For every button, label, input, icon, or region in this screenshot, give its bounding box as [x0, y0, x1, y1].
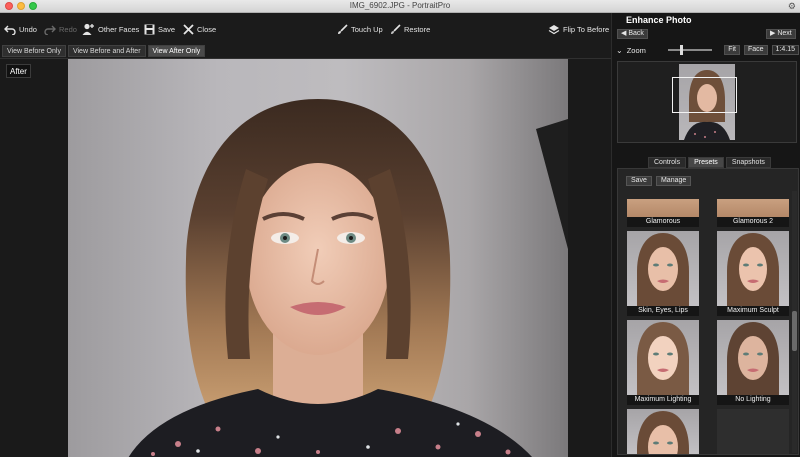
undo-label: Undo	[19, 24, 37, 34]
manage-presets-button[interactable]: Manage	[655, 176, 692, 186]
save-preset-button[interactable]: Save	[626, 176, 652, 186]
preset-label: Glamorous 2	[717, 217, 789, 227]
tab-view-after-only[interactable]: View After Only	[147, 45, 206, 57]
close-label: Close	[197, 24, 217, 34]
presets-scrollbar-thumb[interactable]	[792, 311, 797, 351]
preset-thumbnail	[717, 320, 789, 395]
preset-tile-no-lighting[interactable]: No Lighting	[717, 320, 789, 405]
navigator-preview[interactable]	[617, 61, 797, 143]
preset-tile-glamorous[interactable]: Glamorous	[627, 199, 699, 227]
empty-preset-slot	[717, 409, 789, 454]
presets-panel: Save Manage Glamorous Glamorous 2 Skin, …	[617, 168, 799, 455]
preset-thumbnail	[627, 231, 699, 306]
tab-view-before-only[interactable]: View Before Only	[2, 45, 66, 57]
touch-up-button[interactable]: Touch Up	[337, 22, 383, 36]
preset-tile-skin-eyes-lips[interactable]: Skin, Eyes, Lips	[627, 231, 699, 316]
view-tabs: View Before Only View Before and After V…	[2, 45, 206, 57]
fit-button[interactable]: Fit	[724, 45, 740, 55]
enhance-photo-panel: Enhance Photo ◀ Back ▶ Next ⌄ Zoom Fit F…	[611, 13, 800, 457]
other-faces-label: Other Faces	[98, 24, 140, 34]
save-icon	[144, 24, 155, 34]
flip-to-before-label: Flip To Before	[563, 24, 610, 34]
window-title: IMG_6902.JPG - PortraitPro	[349, 1, 451, 10]
zoom-slider[interactable]	[667, 45, 713, 55]
preset-tile-maximum-lighting[interactable]: Maximum Lighting	[627, 320, 699, 405]
preset-tile-maximum-sculpt[interactable]: Maximum Sculpt	[717, 231, 789, 316]
undo-icon	[4, 25, 16, 35]
image-canvas[interactable]: After	[0, 58, 611, 457]
preset-thumbnail	[717, 231, 789, 306]
other-faces-button[interactable]: Other Faces	[82, 22, 139, 36]
touch-up-label: Touch Up	[351, 24, 383, 34]
redo-button[interactable]: Redo	[44, 22, 77, 36]
redo-label: Redo	[59, 24, 77, 34]
preset-label: Glamorous	[627, 217, 699, 227]
flip-to-before-button[interactable]: Flip To Before	[548, 22, 609, 36]
preset-label: No Lighting	[717, 395, 789, 405]
toolbar: Undo Redo Other Faces Save Close Touch U…	[0, 13, 611, 43]
back-button[interactable]: ◀ Back	[617, 29, 648, 39]
undo-button[interactable]: Undo	[4, 22, 37, 36]
add-person-icon	[82, 23, 94, 35]
panel-title: Enhance Photo	[626, 15, 692, 25]
presets-scrollbar[interactable]	[792, 191, 797, 453]
panel-tabs: Controls Presets Snapshots	[648, 157, 771, 168]
zoom-value-field[interactable]: 1:4.15	[771, 45, 799, 55]
navigator-viewport-frame[interactable]	[672, 77, 737, 113]
restore-label: Restore	[404, 24, 431, 34]
preset-tile-partial[interactable]	[627, 409, 699, 454]
portrait-photo[interactable]	[68, 59, 568, 457]
preset-thumbnail	[627, 320, 699, 395]
close-icon	[183, 23, 194, 35]
save-label: Save	[158, 24, 176, 34]
zoom-label: Zoom	[626, 45, 646, 55]
restore-brush-icon	[391, 23, 401, 34]
brush-icon	[338, 23, 348, 34]
preset-label: Skin, Eyes, Lips	[627, 306, 699, 316]
face-button[interactable]: Face	[743, 45, 768, 55]
back-label: Back	[628, 30, 644, 37]
redo-icon	[44, 25, 56, 35]
preset-label: Maximum Sculpt	[717, 306, 789, 316]
save-button[interactable]: Save	[144, 22, 175, 36]
preset-thumbnail	[717, 199, 789, 217]
next-button[interactable]: ▶ Next	[766, 29, 796, 39]
after-label: After	[6, 64, 31, 78]
preset-buttons: Save Manage	[626, 176, 692, 186]
title-bar: IMG_6902.JPG - PortraitPro ⚙	[0, 0, 800, 13]
close-button[interactable]: Close	[183, 22, 216, 36]
layers-icon	[548, 24, 560, 34]
zoom-slider-thumb[interactable]	[679, 45, 683, 55]
portrait-image	[128, 99, 568, 457]
next-label: Next	[777, 30, 792, 37]
zoom-row: ⌄ Zoom Fit Face 1:4.15	[616, 44, 799, 56]
preset-thumbnail	[627, 199, 699, 217]
chevron-down-icon[interactable]: ⌄	[616, 46, 623, 55]
preset-thumbnail	[627, 409, 699, 454]
preset-tile-glamorous-2[interactable]: Glamorous 2	[717, 199, 789, 227]
gear-icon[interactable]: ⚙	[788, 1, 796, 12]
tab-presets[interactable]: Presets	[688, 157, 724, 168]
tab-snapshots[interactable]: Snapshots	[725, 157, 771, 168]
preset-label: Maximum Lighting	[627, 395, 699, 405]
tab-view-before-and-after[interactable]: View Before and After	[67, 45, 146, 57]
tab-controls[interactable]: Controls	[648, 157, 687, 168]
restore-button[interactable]: Restore	[390, 22, 430, 36]
